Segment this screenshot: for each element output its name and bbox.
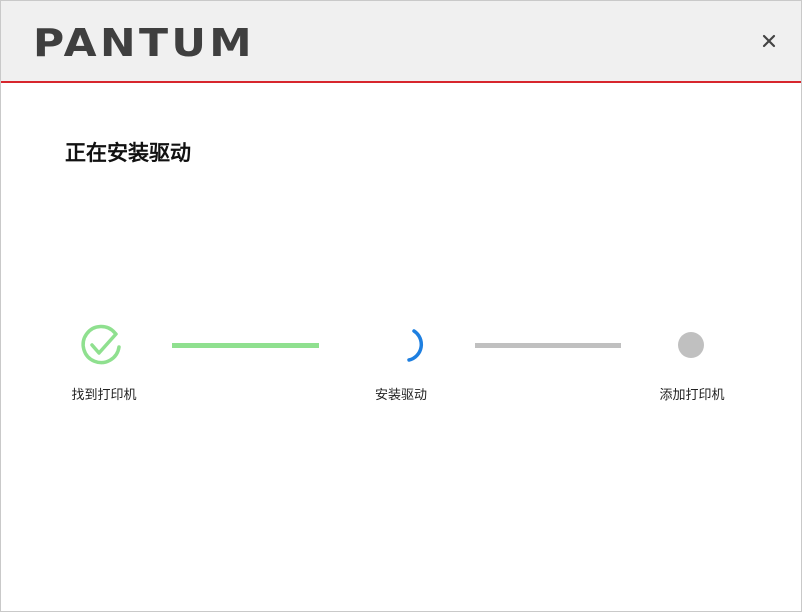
title-bar: PANTUM bbox=[1, 1, 801, 83]
step-label-install-driver: 安装驱动 bbox=[374, 388, 428, 403]
close-icon bbox=[762, 34, 776, 48]
connector-pending bbox=[475, 343, 621, 348]
check-circle-icon bbox=[81, 324, 121, 365]
spinner-icon bbox=[407, 329, 424, 362]
pending-dot-icon bbox=[678, 332, 704, 358]
connector-completed bbox=[172, 343, 319, 348]
logo-text: PANTUM bbox=[33, 23, 255, 63]
pantum-logo: PANTUM bbox=[33, 23, 255, 63]
close-button[interactable] bbox=[755, 27, 783, 55]
installer-window: PANTUM 正在安装驱动 找到打印机 安装驱动 添加打印机 bbox=[0, 0, 802, 612]
step-label-find-printer: 找到打印机 bbox=[71, 388, 137, 403]
step-label-add-printer: 添加打印机 bbox=[659, 388, 725, 403]
page-title: 正在安装驱动 bbox=[65, 140, 191, 165]
